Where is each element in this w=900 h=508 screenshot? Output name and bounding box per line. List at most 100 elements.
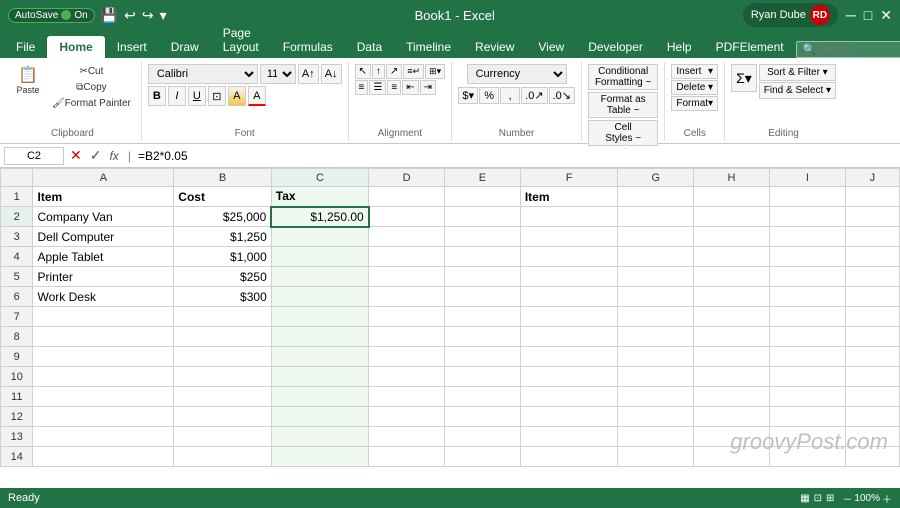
cell-F4[interactable] [520, 247, 617, 267]
col-header-j[interactable]: J [845, 169, 899, 187]
cell-J2[interactable] [845, 207, 899, 227]
view-normal-icon[interactable]: ▦ [800, 493, 809, 504]
col-header-b[interactable]: B [174, 169, 271, 187]
cell-I12[interactable] [769, 407, 845, 427]
tab-data[interactable]: Data [345, 36, 394, 58]
copy-button[interactable]: ⧉Copy [48, 80, 135, 95]
cell-G13[interactable] [618, 427, 694, 447]
cell-C10[interactable] [271, 367, 368, 387]
cell-G5[interactable] [618, 267, 694, 287]
tab-help[interactable]: Help [655, 36, 704, 58]
tab-view[interactable]: View [526, 36, 576, 58]
cell-E10[interactable] [445, 367, 521, 387]
cell-A6[interactable]: Work Desk [33, 287, 174, 307]
tab-developer[interactable]: Developer [576, 36, 655, 58]
cell-H5[interactable] [694, 267, 770, 287]
cell-H7[interactable] [694, 307, 770, 327]
cell-G6[interactable] [618, 287, 694, 307]
cell-B12[interactable] [174, 407, 271, 427]
cell-E3[interactable] [445, 227, 521, 247]
cell-D10[interactable] [369, 367, 445, 387]
cell-J11[interactable] [845, 387, 899, 407]
cell-J6[interactable] [845, 287, 899, 307]
cancel-formula-button[interactable]: ✕ [70, 147, 82, 164]
indent-dec-button[interactable]: ⇤ [402, 80, 418, 95]
cell-E1[interactable] [445, 187, 521, 207]
col-header-e[interactable]: E [445, 169, 521, 187]
cell-B11[interactable] [174, 387, 271, 407]
more-icon[interactable]: ▾ [160, 7, 167, 24]
cell-C11[interactable] [271, 387, 368, 407]
cell-B6[interactable]: $300 [174, 287, 271, 307]
font-size-select[interactable]: 11 [260, 64, 296, 84]
cell-G9[interactable] [618, 347, 694, 367]
col-header-a[interactable]: A [33, 169, 174, 187]
format-painter-button[interactable]: 🖌Format Painter [48, 96, 135, 111]
cell-G1[interactable] [618, 187, 694, 207]
tab-pdfelement[interactable]: PDFElement [704, 36, 796, 58]
cell-C1[interactable]: Tax [271, 187, 368, 207]
sort-filter-button[interactable]: Sort & Filter ▾ [759, 64, 836, 81]
cell-D3[interactable] [369, 227, 445, 247]
bold-button[interactable]: B [148, 86, 166, 106]
cell-A11[interactable] [33, 387, 174, 407]
row-header-9[interactable]: 9 [1, 347, 33, 367]
cell-C4[interactable] [271, 247, 368, 267]
find-select-button[interactable]: Find & Select ▾ [759, 82, 836, 99]
cell-D2[interactable] [369, 207, 445, 227]
cell-G10[interactable] [618, 367, 694, 387]
cell-I7[interactable] [769, 307, 845, 327]
row-header-14[interactable]: 14 [1, 447, 33, 467]
cell-I9[interactable] [769, 347, 845, 367]
cell-H8[interactable] [694, 327, 770, 347]
cell-D7[interactable] [369, 307, 445, 327]
autosum-button[interactable]: Σ▾ [731, 64, 757, 92]
redo-icon[interactable]: ↪ [142, 7, 154, 24]
tab-insert[interactable]: Insert [105, 36, 159, 58]
row-header-1[interactable]: 1 [1, 187, 33, 207]
cell-C9[interactable] [271, 347, 368, 367]
wrap-text-button[interactable]: ≡↵ [403, 64, 424, 79]
col-header-i[interactable]: I [769, 169, 845, 187]
tab-review[interactable]: Review [463, 36, 526, 58]
decimal-dec-button[interactable]: .0↘ [549, 87, 575, 104]
cell-I1[interactable] [769, 187, 845, 207]
cell-J8[interactable] [845, 327, 899, 347]
cell-D14[interactable] [369, 447, 445, 467]
cell-H14[interactable] [694, 447, 770, 467]
cell-reference-input[interactable] [4, 147, 64, 165]
cell-E7[interactable] [445, 307, 521, 327]
cell-D11[interactable] [369, 387, 445, 407]
cell-H12[interactable] [694, 407, 770, 427]
cell-C13[interactable] [271, 427, 368, 447]
cell-B9[interactable] [174, 347, 271, 367]
search-input[interactable] [816, 44, 896, 56]
col-header-f[interactable]: F [520, 169, 617, 187]
maximize-icon[interactable]: □ [864, 7, 872, 23]
align-top-right-button[interactable]: ↗ [386, 64, 402, 79]
cell-H4[interactable] [694, 247, 770, 267]
cell-I11[interactable] [769, 387, 845, 407]
cell-A10[interactable] [33, 367, 174, 387]
cell-A7[interactable] [33, 307, 174, 327]
row-header-4[interactable]: 4 [1, 247, 33, 267]
col-header-c[interactable]: C [271, 169, 368, 187]
cell-D5[interactable] [369, 267, 445, 287]
cell-E4[interactable] [445, 247, 521, 267]
cell-D4[interactable] [369, 247, 445, 267]
confirm-formula-button[interactable]: ✓ [90, 147, 102, 164]
cell-H13[interactable] [694, 427, 770, 447]
cell-A4[interactable]: Apple Tablet [33, 247, 174, 267]
minimize-icon[interactable]: ─ [846, 7, 856, 23]
cell-styles-button[interactable]: CellStyles ~ [588, 120, 658, 146]
font-shrink-button[interactable]: A↓ [321, 64, 342, 84]
cell-I8[interactable] [769, 327, 845, 347]
cell-B13[interactable] [174, 427, 271, 447]
cell-D6[interactable] [369, 287, 445, 307]
font-family-select[interactable]: Calibri [148, 64, 258, 84]
cell-H9[interactable] [694, 347, 770, 367]
cell-A12[interactable] [33, 407, 174, 427]
cell-B3[interactable]: $1,250 [174, 227, 271, 247]
cell-E6[interactable] [445, 287, 521, 307]
align-center-button[interactable]: ☰ [369, 80, 386, 95]
